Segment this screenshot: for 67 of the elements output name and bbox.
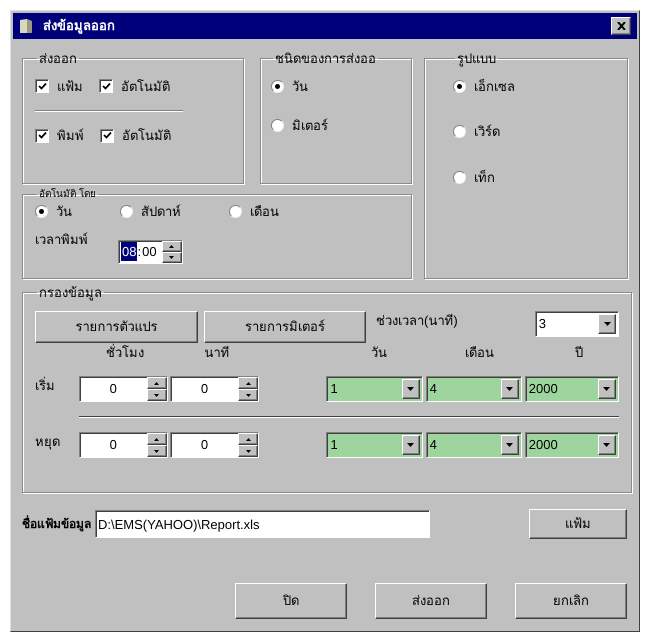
spin-up-icon[interactable]: [162, 240, 182, 252]
radio-button[interactable]: เดือน: [229, 202, 279, 222]
number-spinner[interactable]: 0: [170, 432, 260, 458]
window-title: ส่งข้อมูลออก: [43, 17, 116, 36]
push-button[interactable]: ปิด: [235, 583, 347, 619]
radio-button[interactable]: เท็ก: [453, 168, 599, 187]
time-segment[interactable]: 00: [141, 242, 158, 262]
close-icon: [616, 22, 626, 30]
checkmark-icon: [38, 82, 46, 91]
checkbox[interactable]: แฟ้ม: [35, 76, 83, 96]
dropdown[interactable]: 2000: [524, 376, 619, 402]
radio-button[interactable]: มิเตอร์: [271, 116, 401, 136]
spin-up-icon[interactable]: [146, 377, 167, 389]
push-button[interactable]: รายการตัวแปร: [35, 310, 198, 342]
field-label: ชื่อแฟ้มข้อมูล: [22, 515, 91, 533]
checkbox[interactable]: อัตโนมัติ: [100, 126, 171, 146]
radio-button[interactable]: เวิร์ด: [453, 122, 599, 142]
file-path-field[interactable]: D:\EMS(YAHOO)\Report.xls: [95, 510, 430, 538]
group-label: กรองข้อมูล: [38, 284, 103, 302]
push-button[interactable]: ยกเลิก: [515, 583, 627, 619]
time-separator: :: [137, 242, 142, 261]
spin-down-icon[interactable]: [238, 389, 258, 401]
dropdown[interactable]: 1: [326, 376, 423, 402]
time-picker[interactable]: 08:00: [118, 240, 183, 264]
dropdown[interactable]: 4: [426, 432, 522, 458]
field-label: เวลาพิมพ์: [35, 230, 88, 248]
number-spinner[interactable]: 0: [78, 376, 168, 402]
column-header: ชั่วโมง: [105, 342, 145, 362]
spin-down-icon[interactable]: [146, 445, 167, 457]
radio-button[interactable]: เอ็กเซล: [453, 76, 599, 96]
radio-button[interactable]: วัน: [271, 76, 401, 96]
spin-down-icon[interactable]: [146, 389, 167, 401]
column-header: นาที: [204, 344, 230, 362]
checkmark-icon: [102, 131, 112, 140]
spin-up-icon[interactable]: [146, 433, 167, 445]
spin-up-icon[interactable]: [238, 377, 258, 389]
checkbox[interactable]: อัตโนมัติ: [99, 76, 170, 96]
checkmark-icon: [102, 82, 110, 91]
close-button[interactable]: [611, 17, 631, 35]
column-header: เดือน: [464, 344, 495, 362]
group-label: อัตโนมัติ โดย: [38, 187, 97, 202]
checkbox[interactable]: พิมพ์: [35, 126, 84, 146]
radio-button[interactable]: สัปดาห์: [120, 202, 181, 222]
group-label: รูปแบบ: [456, 50, 497, 68]
document-icon: [19, 18, 33, 34]
spin-down-icon[interactable]: [162, 252, 182, 262]
column-header: ปี: [574, 344, 584, 362]
checkmark-icon: [38, 131, 46, 140]
number-spinner[interactable]: 0: [78, 432, 168, 458]
dropdown[interactable]: 1: [326, 432, 423, 458]
dropdown[interactable]: 4: [426, 376, 522, 402]
row-label: เริ่ม: [35, 376, 56, 395]
number-spinner[interactable]: 0: [170, 376, 260, 402]
push-button[interactable]: แฟ้ม: [529, 509, 627, 539]
row-label: หยุด: [35, 433, 61, 452]
dropdown[interactable]: 3: [534, 310, 619, 336]
push-button[interactable]: รายการมิเตอร์: [204, 310, 366, 342]
push-button[interactable]: ส่งออก: [375, 583, 487, 619]
spin-up-icon[interactable]: [238, 433, 258, 445]
field-label: ช่วงเวลา(นาที): [376, 312, 459, 330]
spin-down-icon[interactable]: [238, 445, 258, 457]
dropdown[interactable]: 2000: [524, 432, 619, 458]
column-header: วัน: [370, 344, 388, 362]
group-label: ชนิดของการส่งออ: [274, 50, 377, 68]
group-label: ส่งออก: [38, 50, 78, 68]
radio-button[interactable]: วัน: [35, 202, 72, 222]
time-segment[interactable]: 08: [121, 242, 138, 262]
